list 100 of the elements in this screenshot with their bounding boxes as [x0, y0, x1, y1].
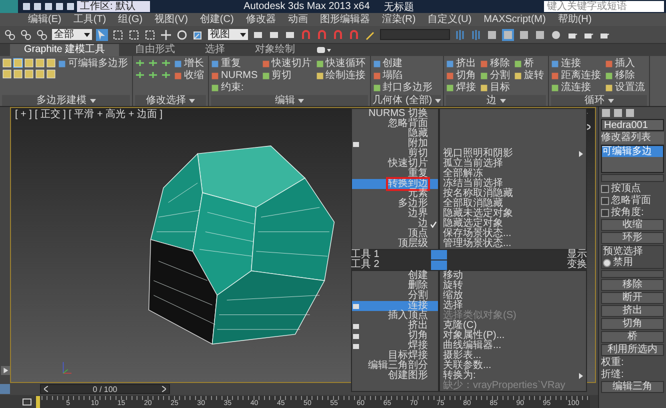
checkbox[interactable] — [601, 196, 609, 204]
menu-item[interactable]: 渲染(R) — [382, 14, 416, 26]
ribbon-button[interactable]: 桥 — [514, 58, 546, 70]
menu-item[interactable]: 摄影表... — [440, 351, 586, 361]
time-slider-thumb[interactable]: 0 / 100 — [40, 384, 170, 394]
ribbon-button[interactable]: 封口多边形 — [372, 82, 435, 94]
ribbon-tab[interactable]: Graphite 建模工具 — [10, 44, 120, 56]
menu-item[interactable]: 创建 — [352, 271, 438, 281]
menu-item[interactable]: 创建图形 — [352, 371, 438, 381]
menu-item[interactable]: 组(G) — [118, 14, 143, 26]
stack-item[interactable]: 可编辑多边 — [602, 146, 663, 157]
arrow-left-icon[interactable] — [44, 386, 48, 392]
menu-item[interactable]: 按名称取消隐藏 — [440, 189, 586, 199]
ribbon-button[interactable]: 目标 — [480, 82, 512, 94]
selection-rect-icon[interactable] — [128, 28, 140, 40]
menu-item[interactable]: 插入顶点 — [352, 311, 438, 321]
sphere-icon[interactable] — [550, 28, 562, 40]
menu-item[interactable]: 选择 — [440, 301, 586, 311]
ribbon-button[interactable]: 插入 — [605, 58, 648, 70]
ribbon-tab[interactable]: 对象绘制 — [241, 44, 310, 56]
panel-button[interactable]: 编辑三角 — [601, 381, 664, 393]
menu-item[interactable]: 帮助(H) — [558, 14, 592, 26]
panel-button[interactable]: 环形 — [601, 232, 664, 244]
key-icon[interactable] — [22, 398, 32, 406]
menu-item[interactable]: MAXScript(M) — [484, 14, 546, 26]
ribbon-button[interactable]: 快速切片 — [262, 58, 314, 70]
menu-item[interactable]: 忽略背面 — [352, 119, 438, 129]
loop-select-icon[interactable] — [135, 58, 145, 68]
menu-item[interactable]: 顶点 — [352, 229, 438, 239]
ribbon-button[interactable]: 约束: — [211, 82, 260, 94]
ribbon-button[interactable]: 切角 — [446, 70, 478, 82]
ribbon-button[interactable]: 分割 — [480, 70, 512, 82]
menu-item[interactable]: 多边形 — [352, 199, 438, 209]
modifier-list-dropdown[interactable]: 修改器列表 — [601, 132, 664, 144]
play-icon[interactable] — [0, 366, 10, 375]
caret-icon[interactable] — [608, 98, 614, 102]
menu-item[interactable]: 编辑(E) — [28, 14, 62, 26]
caret-icon[interactable] — [189, 98, 195, 102]
menu-item[interactable]: 关联参数... — [440, 361, 586, 371]
time-slider-track[interactable]: 0 / 100 — [40, 384, 340, 394]
panel-button[interactable]: 切角 — [601, 318, 664, 330]
panel-button[interactable]: 收缩 — [601, 219, 664, 231]
object-name-field[interactable]: Hedra001 — [601, 119, 664, 131]
ribbon-tab[interactable]: 自由形式 — [121, 44, 190, 56]
ribbon-button[interactable]: 绘制连接 — [316, 70, 368, 82]
panel-toggle-icon[interactable] — [317, 47, 332, 53]
menu-item[interactable]: 旋转 — [440, 281, 586, 291]
workspace-dropdown[interactable]: 工作区: 默认 — [77, 1, 150, 12]
menu-item[interactable]: 对象属性(P)... — [440, 331, 586, 341]
menu-item[interactable]: 编辑三角剖分 — [352, 361, 438, 371]
panel-button[interactable]: 挤出 — [601, 305, 664, 317]
menu-item[interactable]: 分割 — [352, 291, 438, 301]
menu-item[interactable]: 切角 — [352, 331, 438, 341]
ribbon-button[interactable]: 增长 — [174, 58, 206, 70]
reference-coordinate-dropdown[interactable]: 视图 — [208, 29, 248, 40]
loop-select-icon[interactable] — [161, 70, 171, 80]
menu-item[interactable]: 元素 — [352, 189, 438, 199]
panel-button[interactable]: 移除 — [601, 279, 664, 291]
ribbon-button[interactable]: 焊接 — [446, 82, 478, 94]
menu-item[interactable]: 自定义(U) — [428, 14, 472, 26]
panel-button[interactable]: 断开 — [601, 292, 664, 304]
menu-item[interactable]: 视口照明和阴影 — [440, 149, 586, 159]
menu-item[interactable]: 目标焊接 — [352, 351, 438, 361]
menu-item[interactable]: 重复 — [352, 169, 438, 179]
ribbon-button[interactable]: 剪切 — [262, 70, 314, 82]
menu-item[interactable]: 删除 — [352, 281, 438, 291]
ribbon-button[interactable]: 连接 — [551, 58, 604, 70]
menu-item[interactable]: 工具(T) — [73, 14, 106, 26]
menu-item[interactable]: 隐藏 — [352, 129, 438, 139]
quad-selector-icon[interactable] — [431, 250, 447, 270]
panel-button[interactable]: 桥 — [601, 331, 664, 343]
menu-item[interactable]: 边 — [352, 219, 438, 229]
checkbox[interactable] — [601, 184, 609, 192]
unlink-icon[interactable] — [20, 28, 32, 40]
loop-select-icon[interactable] — [148, 58, 158, 68]
selection-filter-dropdown[interactable]: 全部 — [52, 29, 92, 40]
ribbon-button[interactable]: 重复 — [211, 58, 260, 70]
menu-item[interactable]: 隐藏未选定对象 — [440, 209, 586, 219]
menu-item[interactable]: 冻结当前选择 — [440, 179, 586, 189]
menu-item[interactable]: 隐藏选定对象 — [440, 219, 586, 229]
menu-item[interactable]: 移动 — [440, 271, 586, 281]
checkbox[interactable] — [601, 208, 609, 216]
ribbon-tab[interactable]: 选择 — [191, 44, 240, 56]
menu-item[interactable]: 挤出 — [352, 321, 438, 331]
menu-item[interactable]: 创建(C) — [200, 14, 234, 26]
ribbon-button[interactable]: 快速循环 — [316, 58, 368, 70]
menu-item[interactable]: 附加 — [352, 139, 438, 149]
menu-item[interactable]: 孤立当前选择 — [440, 159, 586, 169]
loop-select-icon[interactable] — [135, 70, 145, 80]
menu-item[interactable]: NURMS 切换 — [352, 109, 438, 119]
loop-select-icon[interactable] — [148, 70, 158, 80]
ribbon-button[interactable]: 挤出 — [446, 58, 478, 70]
ribbon-button[interactable]: 距离连接 — [551, 70, 604, 82]
bind-icon[interactable] — [36, 28, 48, 40]
ribbon-button[interactable]: 创建 — [372, 58, 435, 70]
frame-marker[interactable] — [36, 396, 40, 408]
menu-item[interactable]: 曲线编辑器... — [440, 341, 586, 351]
menu-item[interactable]: 全部取消隐藏 — [440, 199, 586, 209]
panel-button[interactable]: 利用所选内 — [601, 344, 664, 356]
caret-icon[interactable] — [500, 98, 506, 102]
